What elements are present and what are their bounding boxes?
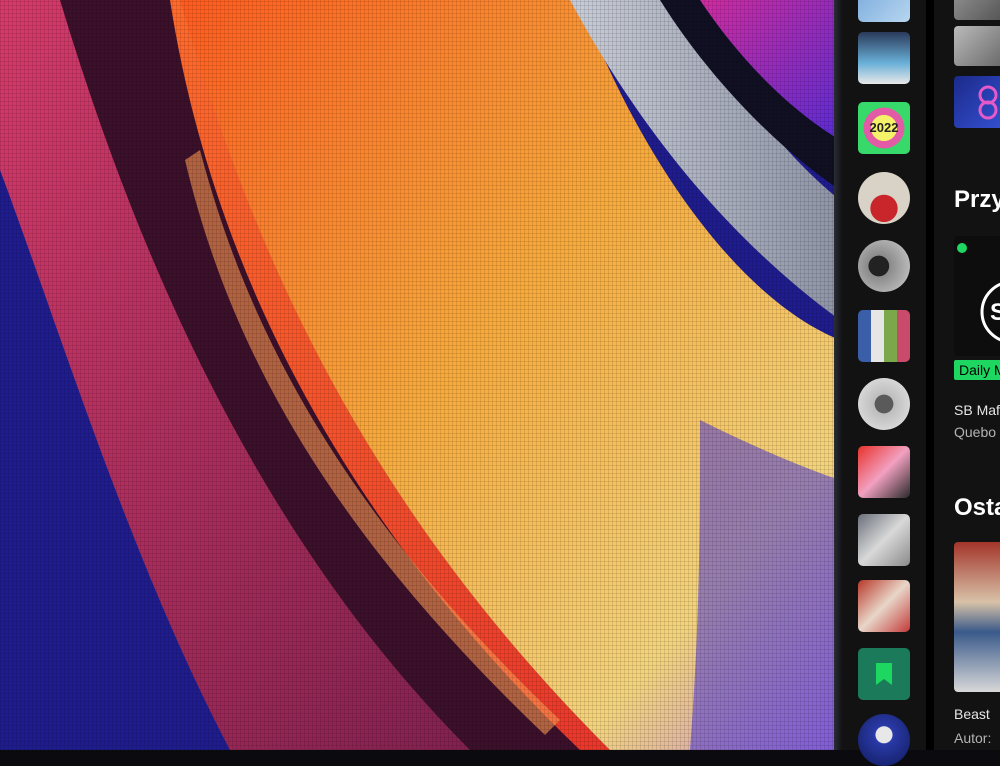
bookmark-icon (876, 663, 892, 685)
wrapped-year-label: 2022 (869, 120, 899, 135)
playlist-cover-1[interactable] (858, 0, 910, 22)
music-app-window: 2022 Przy S Daily M SB Maf Quebo Ost Bea… (842, 0, 1000, 766)
card-cover-top-2[interactable] (954, 26, 1000, 66)
your-episodes[interactable] (858, 648, 910, 700)
artist-avatar-4[interactable] (858, 714, 910, 766)
card-cover-top-3[interactable] (954, 76, 1000, 128)
artist-avatar-1[interactable] (858, 172, 910, 224)
card-cover-top-1[interactable] (954, 0, 1000, 20)
artist-avatar-3[interactable] (858, 378, 910, 430)
wrapped-2022-cover[interactable]: 2022 (858, 102, 910, 154)
svg-text:S: S (990, 299, 1000, 326)
desktop-wallpaper (0, 0, 840, 750)
home-main-panel: Przy S Daily M SB Maf Quebo Osta Beast A… (934, 0, 1000, 750)
playlist-cover-red[interactable] (858, 446, 910, 498)
playlist-cover-photo[interactable] (858, 580, 910, 632)
playlist-cover-gray[interactable] (858, 514, 910, 566)
section-title-recent: Osta (954, 494, 1000, 521)
daily-mix-badge: Daily M (954, 360, 1000, 380)
wallpaper-swirl (0, 0, 840, 750)
infinity-logo-icon (978, 85, 998, 120)
daily-mix-art: S (957, 243, 1000, 342)
artist-avatar-2[interactable] (858, 240, 910, 292)
card-title[interactable]: SB Maf (954, 402, 1000, 418)
section-title-recommended: Przy (954, 186, 1000, 213)
daily-mix-card-cover[interactable]: S (954, 236, 1000, 356)
recent-card-subtitle: Autor: (954, 730, 992, 746)
recent-card-title[interactable]: Beast (954, 706, 990, 722)
daily-mix-cover[interactable] (858, 32, 910, 84)
playlist-cover-collage[interactable] (858, 310, 910, 362)
recent-card-cover[interactable] (954, 542, 1000, 692)
card-subtitle: Quebo (954, 424, 997, 440)
window-edge (834, 0, 842, 750)
library-sidebar: 2022 (842, 0, 926, 766)
